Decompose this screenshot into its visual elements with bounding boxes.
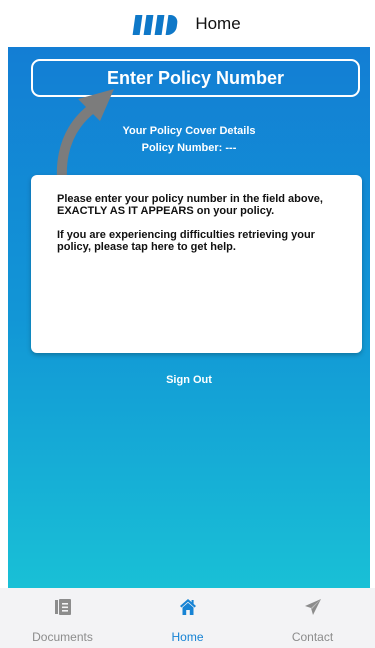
home-icon	[179, 599, 196, 615]
tab-contact[interactable]: Contact	[250, 588, 375, 648]
tab-label-home: Home	[171, 630, 204, 644]
tab-home[interactable]: Home	[125, 588, 250, 648]
top-header: Home	[0, 0, 375, 47]
card-help-link[interactable]: If you are experiencing difficulties ret…	[57, 229, 336, 253]
tab-label-contact: Contact	[291, 630, 334, 644]
sign-out-button[interactable]: Sign Out	[8, 374, 370, 386]
tab-documents[interactable]: Documents	[0, 588, 125, 648]
policy-number-value: Policy Number: ---	[141, 142, 237, 154]
documents-icon	[54, 599, 71, 615]
bottom-tab-bar: Documents Home Contact	[0, 588, 375, 648]
page-title: Home	[195, 13, 241, 33]
paper-plane-icon	[304, 599, 321, 615]
card-instruction-text: Please enter your policy number in the f…	[57, 193, 323, 217]
cover-details-title: Your Policy Cover Details	[122, 125, 256, 137]
info-card: Please enter your policy number in the f…	[31, 175, 362, 353]
main-content: Enter Policy Number Your Policy Cover De…	[8, 47, 370, 588]
tab-label-documents: Documents	[32, 630, 93, 644]
brand-logo	[132, 13, 181, 35]
